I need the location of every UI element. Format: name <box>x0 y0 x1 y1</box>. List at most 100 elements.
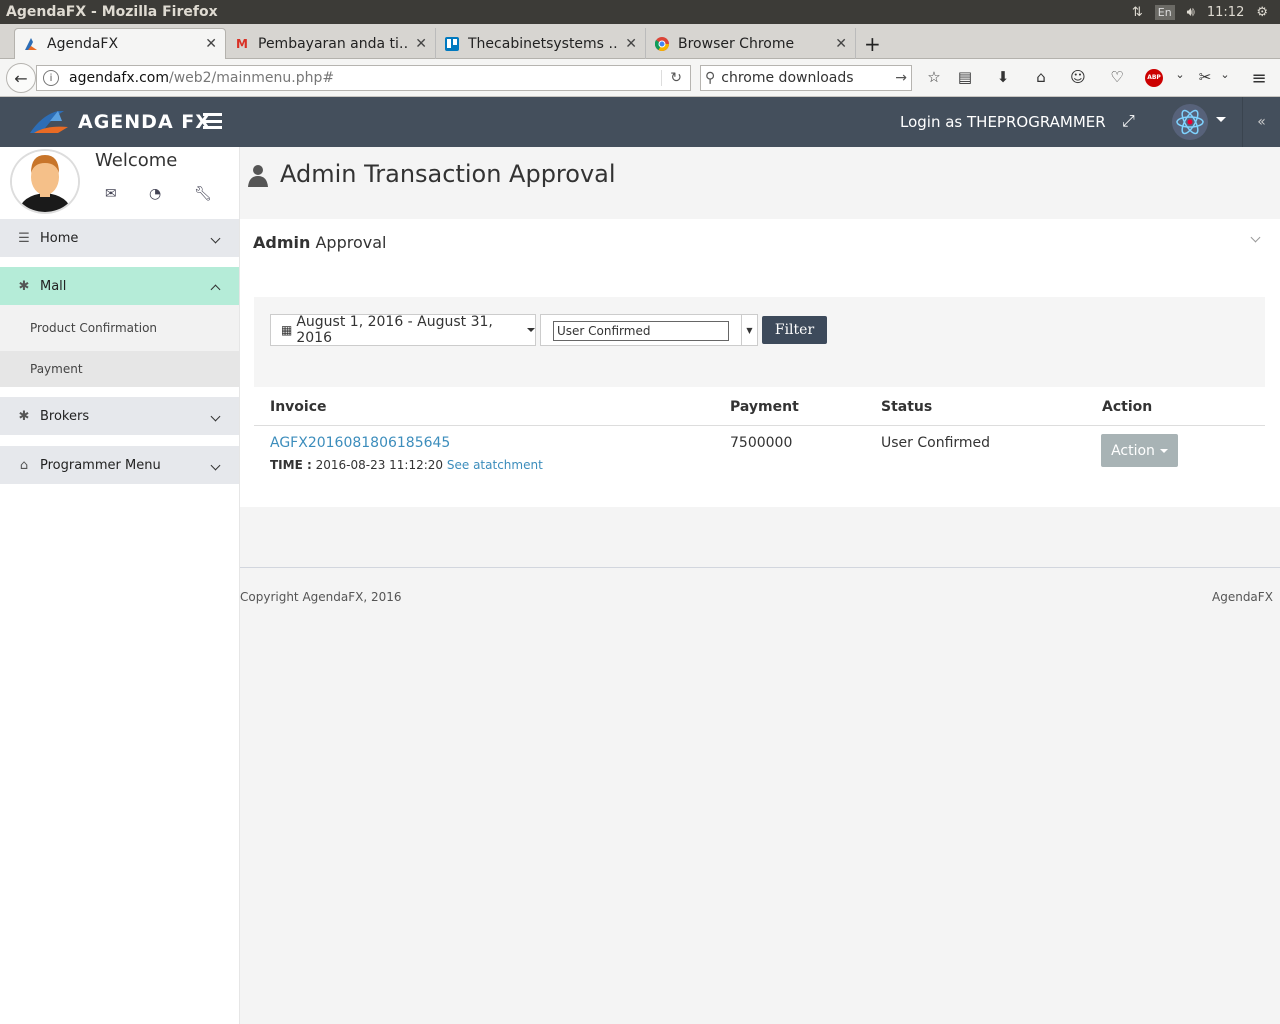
search-input[interactable]: chrome downloads <box>721 70 853 86</box>
wrench-icon[interactable]: 🔧︎ <box>194 186 212 202</box>
filter-button[interactable]: Filter <box>762 316 827 344</box>
panel-title-rest: Approval <box>315 233 387 252</box>
panel-title-bold: Admin <box>253 233 311 252</box>
tab-gmail[interactable]: M Pembayaran anda ti… ✕ <box>226 28 436 59</box>
date-range-picker[interactable]: ▦ August 1, 2016 - August 31, 2016 <box>270 314 536 346</box>
status-select[interactable]: User Confirmed ▼ <box>540 314 758 346</box>
sidebar-item-mall[interactable]: ✱ Mall <box>0 267 239 305</box>
agendafx-logo-icon <box>30 111 68 133</box>
trello-icon <box>444 36 460 52</box>
payment-value: 7500000 <box>730 435 793 451</box>
invoice-time: TIME : 2016-08-23 11:12:20 See atatchmen… <box>270 458 543 472</box>
chrome-icon <box>654 36 670 52</box>
sidebar-toggle-icon[interactable] <box>203 113 222 129</box>
sidebar-item-programmer-menu[interactable]: ⌂ Programmer Menu <box>0 446 239 484</box>
reading-list-icon[interactable]: ▤ <box>955 68 975 86</box>
window-title: AgendaFX - Mozilla Firefox <box>6 4 218 20</box>
agendafx-logo-icon <box>23 36 39 52</box>
time-label: TIME : <box>270 458 312 472</box>
tab-label: Thecabinetsystems … <box>468 35 620 52</box>
column-header-invoice: Invoice <box>270 399 327 415</box>
sidebar-item-label: Home <box>40 230 79 246</box>
invoice-link[interactable]: AGFX2016081806185645 <box>270 435 450 451</box>
close-tab-icon[interactable]: ✕ <box>205 36 217 52</box>
user-avatar-atom-icon[interactable] <box>1172 104 1208 140</box>
tab-label: Pembayaran anda ti… <box>258 35 410 52</box>
fullscreen-expand-icon[interactable]: ⤢ <box>1122 111 1135 131</box>
pocket-icon[interactable]: ♡ <box>1107 68 1127 86</box>
action-dropdown-button[interactable]: Action <box>1101 434 1178 467</box>
avatar <box>10 149 80 214</box>
browser-nav-bar: ← i agendafx.com/web2/mainmenu.php# ↻ ⚲ … <box>0 59 1280 97</box>
chat-icon[interactable]: ☺ <box>1068 68 1088 86</box>
volume-icon[interactable]: 🔊︎ <box>1187 5 1195 20</box>
new-tab-button[interactable]: + <box>860 28 886 59</box>
calendar-icon: ▦ <box>281 323 293 337</box>
list-icon: ☰ <box>18 230 30 246</box>
gmail-icon: M <box>236 36 248 51</box>
search-go-arrow-icon[interactable]: → <box>895 70 911 86</box>
browser-tab-strip: AgendaFX ✕ M Pembayaran anda ti… ✕ Theca… <box>0 24 1280 59</box>
status-value: User Confirmed <box>881 435 991 451</box>
select-arrow-icon[interactable]: ▼ <box>741 315 757 345</box>
downloads-icon[interactable]: ⬇ <box>993 68 1013 86</box>
tab-label: Browser Chrome <box>678 35 795 52</box>
tab-trello[interactable]: Thecabinetsystems … ✕ <box>436 28 646 59</box>
chevron-down-icon <box>210 460 221 471</box>
user-icon <box>248 165 268 187</box>
home-icon[interactable]: ⌂ <box>1031 68 1051 86</box>
chevron-up-icon <box>210 284 221 295</box>
chevron-down-icon <box>210 411 221 422</box>
site-info-icon[interactable]: i <box>43 70 59 86</box>
sidebar-subitem-payment[interactable]: Payment <box>0 351 239 387</box>
brand-name: AGENDA FX <box>78 111 211 133</box>
chevron-down-icon[interactable]: ⌄ <box>1215 68 1235 81</box>
back-arrow-icon[interactable]: ← <box>6 63 36 93</box>
control-sidebar-toggle[interactable]: « <box>1242 97 1280 147</box>
time-value: 2016-08-23 11:12:20 <box>315 458 444 472</box>
clock[interactable]: 11:12 <box>1207 5 1244 20</box>
sidebar-item-brokers[interactable]: ✱ Brokers <box>0 397 239 435</box>
close-tab-icon[interactable]: ✕ <box>835 36 847 52</box>
column-header-payment: Payment <box>730 399 799 415</box>
adblock-icon[interactable]: ABP <box>1145 69 1163 87</box>
extension-icon[interactable]: ✂ <box>1195 68 1215 86</box>
sidebar-item-label: Mall <box>40 278 67 294</box>
envelope-icon[interactable]: ✉ <box>105 186 117 202</box>
close-tab-icon[interactable]: ✕ <box>625 36 637 52</box>
see-attachment-link[interactable]: See atatchment <box>447 458 543 472</box>
url-domain: agendafx.com <box>69 70 169 86</box>
search-icon: ⚲ <box>705 70 716 86</box>
reload-icon[interactable]: ↻ <box>661 70 690 86</box>
network-icon[interactable]: ⇅ <box>1132 5 1143 20</box>
welcome-text: Welcome <box>95 150 178 171</box>
user-menu-caret-icon[interactable] <box>1216 117 1226 122</box>
brand-logo[interactable]: AGENDA FX <box>28 105 211 139</box>
sidebar-subitem-product-confirmation[interactable]: Product Confirmation <box>0 305 239 351</box>
panel-title: Admin Approval <box>253 233 386 252</box>
tab-agendafx[interactable]: AgendaFX ✕ <box>14 28 226 59</box>
chevron-down-icon <box>210 233 221 244</box>
close-tab-icon[interactable]: ✕ <box>415 36 427 52</box>
sidebar-item-label: Brokers <box>40 408 90 424</box>
status-select-value: User Confirmed <box>553 321 729 341</box>
sidebar-item-home[interactable]: ☰ Home <box>0 219 239 257</box>
keyboard-layout-indicator[interactable]: En <box>1154 4 1175 20</box>
url-bar[interactable]: i agendafx.com/web2/mainmenu.php# ↻ <box>36 65 691 91</box>
footer-background <box>240 568 1280 1024</box>
bookmark-star-icon[interactable]: ☆ <box>924 68 944 86</box>
hamburger-menu-icon[interactable]: ≡ <box>1249 68 1269 89</box>
date-range-value: August 1, 2016 - August 31, 2016 <box>296 314 493 346</box>
rss-icon[interactable]: ◔ <box>149 186 161 202</box>
footer-brand: AgendaFX <box>1212 590 1273 604</box>
tab-chrome[interactable]: Browser Chrome ✕ <box>646 28 856 59</box>
table-header-divider <box>254 425 1265 426</box>
url-path: /web2/mainmenu.php# <box>168 70 335 86</box>
footer-copyright: Copyright AgendaFX, 2016 <box>240 590 402 604</box>
home-icon: ⌂ <box>19 457 29 473</box>
column-header-action: Action <box>1102 399 1153 415</box>
settings-gear-icon[interactable]: ⚙ <box>1256 5 1268 20</box>
search-bar[interactable]: ⚲ chrome downloads → <box>700 65 912 91</box>
login-as-label[interactable]: Login as THEPROGRAMMER <box>900 113 1106 131</box>
chevron-down-icon[interactable]: ⌄ <box>1170 68 1190 81</box>
